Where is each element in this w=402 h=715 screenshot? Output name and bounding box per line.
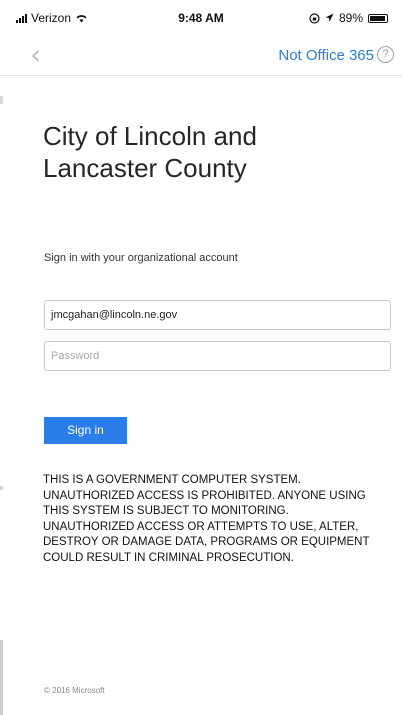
question-circle-icon[interactable]: ? bbox=[377, 46, 394, 63]
chevron-left-icon[interactable]: ‹ bbox=[30, 41, 46, 69]
lock-rotation-icon bbox=[309, 12, 320, 24]
status-bar: Verizon 9:48 AM 89% bbox=[0, 0, 402, 36]
nav-bar: ‹ Not Office 365 ? bbox=[0, 36, 402, 76]
not-office-365-link[interactable]: Not Office 365 bbox=[278, 47, 374, 64]
edge-divider bbox=[0, 96, 3, 104]
sign-in-page: Verizon 9:48 AM 89% ‹ Not Office 365 ? C… bbox=[0, 0, 402, 715]
sign-in-prompt: Sign in with your organizational account bbox=[44, 252, 238, 264]
edge-divider bbox=[0, 640, 3, 715]
email-field[interactable]: jmcgahan@lincoln.ne.gov bbox=[44, 300, 391, 330]
edge-divider bbox=[0, 486, 3, 490]
organization-title: City of Lincoln and Lancaster County bbox=[43, 121, 257, 183]
battery-percent: 89% bbox=[338, 11, 363, 25]
status-right: 89% bbox=[309, 11, 388, 25]
location-icon bbox=[325, 13, 334, 22]
battery-icon bbox=[368, 13, 388, 23]
copyright: © 2016 Microsoft bbox=[44, 686, 105, 695]
security-warning: THIS IS A GOVERNMENT COMPUTER SYSTEM. UN… bbox=[43, 474, 370, 564]
password-field[interactable]: Password bbox=[44, 341, 391, 371]
sign-in-button[interactable]: Sign in bbox=[44, 417, 127, 444]
